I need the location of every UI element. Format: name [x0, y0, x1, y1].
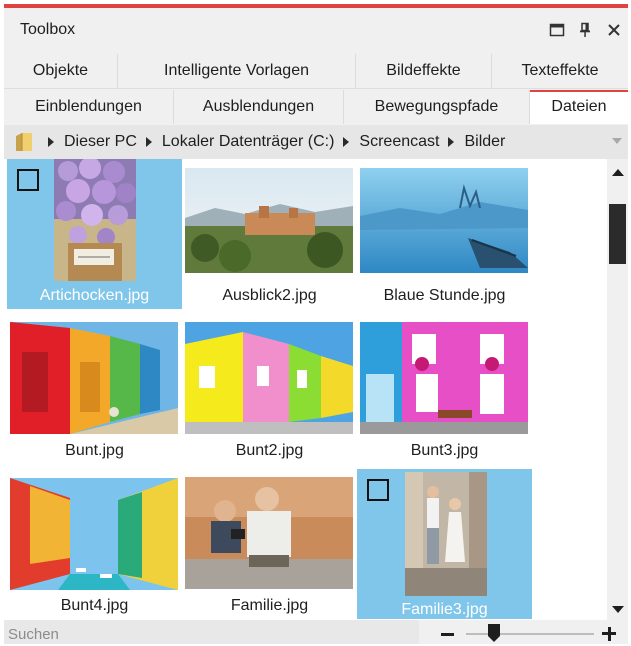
breadcrumb: Dieser PC Lokaler Datenträger (C:) Scree…	[4, 125, 628, 159]
tab-texteffekte[interactable]: Texteffekte	[492, 54, 628, 88]
toolbox-panel: Toolbox Objekte Intelligente Vorlagen Bi…	[4, 4, 628, 644]
zoom-slider-knob[interactable]	[488, 624, 501, 642]
checkbox-icon[interactable]	[17, 169, 39, 191]
file-tile[interactable]: Ausblick2.jpg	[182, 159, 357, 309]
tab-ausblendungen[interactable]: Ausblendungen	[174, 90, 344, 124]
file-tile[interactable]: Artichocken.jpg	[7, 159, 182, 309]
file-tile[interactable]: Bunt4.jpg	[7, 469, 182, 619]
file-tile[interactable]: Familie.jpg	[182, 469, 357, 619]
thumbnail-familie	[185, 477, 353, 589]
tab-bildeffekte[interactable]: Bildeffekte	[356, 54, 492, 88]
chevron-right-icon	[145, 137, 152, 147]
file-name: Artichocken.jpg	[39, 287, 150, 304]
tab-bewegungspfade[interactable]: Bewegungspfade	[344, 90, 530, 124]
vertical-scrollbar[interactable]	[607, 159, 628, 620]
zoom-plus-icon-vertical-bar	[607, 626, 611, 641]
dropdown-arrow-icon[interactable]	[612, 138, 622, 144]
thumbnail-bunt4	[10, 478, 178, 590]
file-tile[interactable]: Bunt2.jpg	[182, 314, 357, 464]
scroll-down-icon[interactable]	[612, 606, 624, 613]
breadcrumb-bilder[interactable]: Bilder	[464, 133, 505, 151]
thumbnail-familie3	[405, 472, 487, 596]
thumbnail-artichocken	[54, 159, 136, 281]
tab-row-divider	[4, 88, 628, 89]
file-name: Bunt.jpg	[65, 442, 124, 459]
file-tile[interactable]: Bunt.jpg	[7, 314, 182, 464]
file-tile[interactable]: Bunt3.jpg	[357, 314, 532, 464]
title-bar: Toolbox	[4, 8, 628, 50]
bottom-bar	[4, 620, 628, 644]
chevron-right-icon	[343, 137, 350, 147]
breadcrumb-lokaler-datentraeger[interactable]: Lokaler Datenträger (C:)	[162, 133, 335, 151]
thumbnail-bunt2	[185, 322, 353, 434]
chevron-right-icon	[448, 137, 455, 147]
pin-icon[interactable]	[577, 22, 593, 38]
tab-objekte[interactable]: Objekte	[4, 54, 118, 88]
file-tile[interactable]: Familie3.jpg	[357, 469, 532, 619]
zoom-slider-ticks	[466, 639, 594, 644]
zoom-minus-icon[interactable]	[441, 633, 454, 636]
close-icon[interactable]	[606, 22, 622, 38]
search-input[interactable]	[4, 620, 419, 644]
thumbnail-blaue-stunde	[360, 168, 528, 273]
tab-intelligente-vorlagen[interactable]: Intelligente Vorlagen	[118, 54, 356, 88]
scrollbar-thumb[interactable]	[609, 204, 626, 264]
thumbnail-bunt	[10, 322, 178, 434]
tab-row-2: Einblendungen Ausblendungen Bewegungspfa…	[4, 90, 628, 124]
file-name: Bunt4.jpg	[60, 597, 129, 614]
panel-title: Toolbox	[20, 21, 76, 38]
tab-row-1: Objekte Intelligente Vorlagen Bildeffekt…	[4, 54, 628, 88]
tab-dateien[interactable]: Dateien	[530, 90, 628, 124]
file-name: Bunt2.jpg	[235, 442, 304, 459]
checkbox-icon[interactable]	[367, 479, 389, 501]
scroll-up-icon[interactable]	[612, 169, 624, 176]
file-grid: Artichocken.jpg Ausblick2.jpg Blaue Stun…	[4, 159, 607, 620]
breadcrumb-screencast[interactable]: Screencast	[359, 133, 439, 151]
file-name: Familie.jpg	[230, 597, 309, 614]
folder-icon[interactable]	[14, 131, 34, 153]
file-name: Bunt3.jpg	[410, 442, 479, 459]
maximize-icon[interactable]	[549, 22, 565, 38]
file-name: Blaue Stunde.jpg	[383, 287, 506, 304]
file-name: Ausblick2.jpg	[222, 287, 317, 304]
breadcrumb-dieser-pc[interactable]: Dieser PC	[64, 133, 137, 151]
zoom-slider[interactable]	[466, 633, 594, 635]
thumbnail-bunt3	[360, 322, 528, 434]
file-tile[interactable]: Blaue Stunde.jpg	[357, 159, 532, 309]
tab-einblendungen[interactable]: Einblendungen	[4, 90, 174, 124]
file-name: Familie3.jpg	[401, 601, 488, 618]
chevron-right-icon	[48, 137, 54, 147]
thumbnail-ausblick2	[185, 168, 353, 273]
